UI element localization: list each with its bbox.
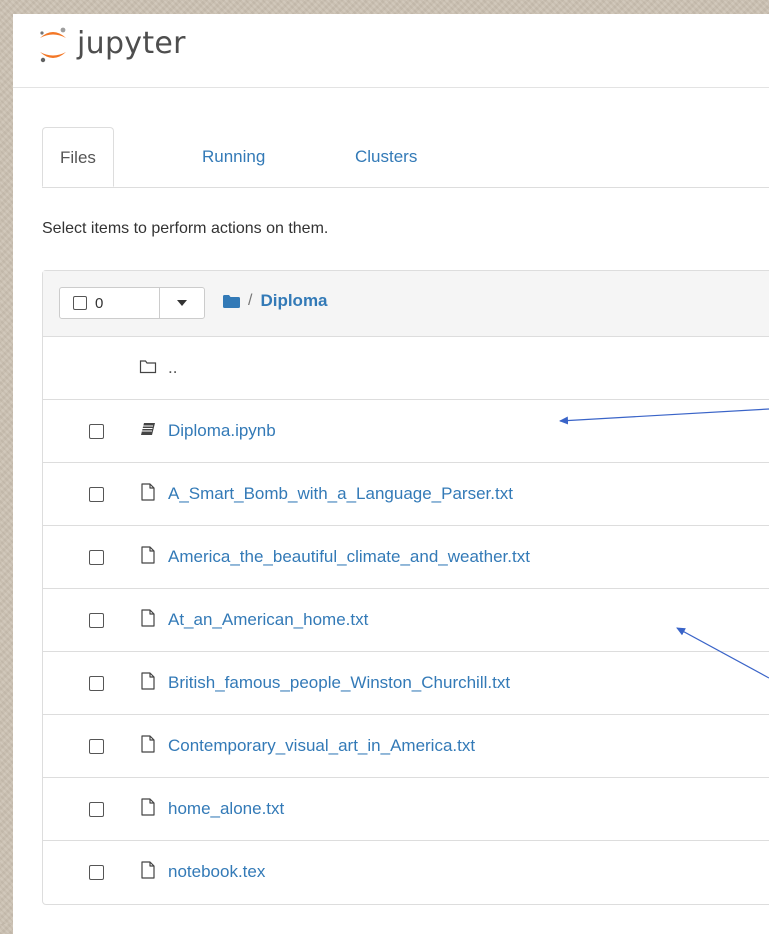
list-item: A_Smart_Bomb_with_a_Language_Parser.txt xyxy=(43,463,769,526)
row-checkbox[interactable] xyxy=(89,676,104,691)
file-name[interactable]: America_the_beautiful_climate_and_weathe… xyxy=(168,547,530,567)
notebook-icon xyxy=(141,423,155,435)
row-checkbox[interactable] xyxy=(89,613,104,628)
folder-icon[interactable] xyxy=(223,294,240,308)
jupyter-logo-icon xyxy=(40,27,66,63)
list-item-parent-folder[interactable]: .. xyxy=(43,337,769,400)
file-name[interactable]: Diploma.ipynb xyxy=(168,421,276,441)
file-icon xyxy=(141,672,155,690)
caret-down-icon xyxy=(177,300,187,306)
tab-clusters[interactable]: Clusters xyxy=(355,127,417,187)
file-icon xyxy=(141,483,155,501)
file-name[interactable]: .. xyxy=(168,358,177,378)
file-name[interactable]: At_an_American_home.txt xyxy=(168,610,368,630)
row-checkbox[interactable] xyxy=(89,487,104,502)
file-icon xyxy=(141,798,155,816)
row-checkbox[interactable] xyxy=(89,802,104,817)
file-name[interactable]: notebook.tex xyxy=(168,862,265,882)
select-all-group: 0 xyxy=(59,287,205,319)
jupyter-logo[interactable]: jupyter xyxy=(37,24,186,66)
selected-count: 0 xyxy=(95,294,104,312)
instructions-text: Select items to perform actions on them. xyxy=(42,220,329,237)
list-item: America_the_beautiful_climate_and_weathe… xyxy=(43,526,769,589)
file-list: 0 / Diploma .. Diploma.ipynb A_Smart_Bom… xyxy=(42,270,769,905)
file-name[interactable]: Contemporary_visual_art_in_America.txt xyxy=(168,736,475,756)
folder-outline-icon xyxy=(139,360,157,374)
select-all-button[interactable]: 0 xyxy=(60,288,160,318)
list-item: Diploma.ipynb xyxy=(43,400,769,463)
header: jupyter xyxy=(13,14,769,88)
file-icon xyxy=(141,546,155,564)
file-name[interactable]: A_Smart_Bomb_with_a_Language_Parser.txt xyxy=(168,484,513,504)
app-name: jupyter xyxy=(77,25,186,61)
breadcrumb: / Diploma xyxy=(223,291,328,311)
jupyter-file-browser: jupyter Files Running Clusters Select it… xyxy=(13,14,769,934)
file-icon xyxy=(141,609,155,627)
tab-running[interactable]: Running xyxy=(202,127,265,187)
tab-bar: Files Running Clusters xyxy=(42,127,769,188)
file-icon xyxy=(141,861,155,879)
row-checkbox[interactable] xyxy=(89,865,104,880)
list-item: home_alone.txt xyxy=(43,778,769,841)
list-item: At_an_American_home.txt xyxy=(43,589,769,652)
row-checkbox[interactable] xyxy=(89,550,104,565)
file-name[interactable]: home_alone.txt xyxy=(168,799,284,819)
select-dropdown-button[interactable] xyxy=(160,288,204,318)
file-list-header: 0 / Diploma xyxy=(43,271,769,337)
list-item: British_famous_people_Winston_Churchill.… xyxy=(43,652,769,715)
tab-files[interactable]: Files xyxy=(42,127,114,187)
list-item: Contemporary_visual_art_in_America.txt xyxy=(43,715,769,778)
row-checkbox[interactable] xyxy=(89,739,104,754)
row-checkbox[interactable] xyxy=(89,424,104,439)
list-item: notebook.tex xyxy=(43,841,769,904)
breadcrumb-current-folder[interactable]: Diploma xyxy=(260,291,327,311)
file-name[interactable]: British_famous_people_Winston_Churchill.… xyxy=(168,673,510,693)
select-all-checkbox[interactable] xyxy=(73,296,87,310)
file-icon xyxy=(141,735,155,753)
breadcrumb-separator: / xyxy=(248,292,253,309)
